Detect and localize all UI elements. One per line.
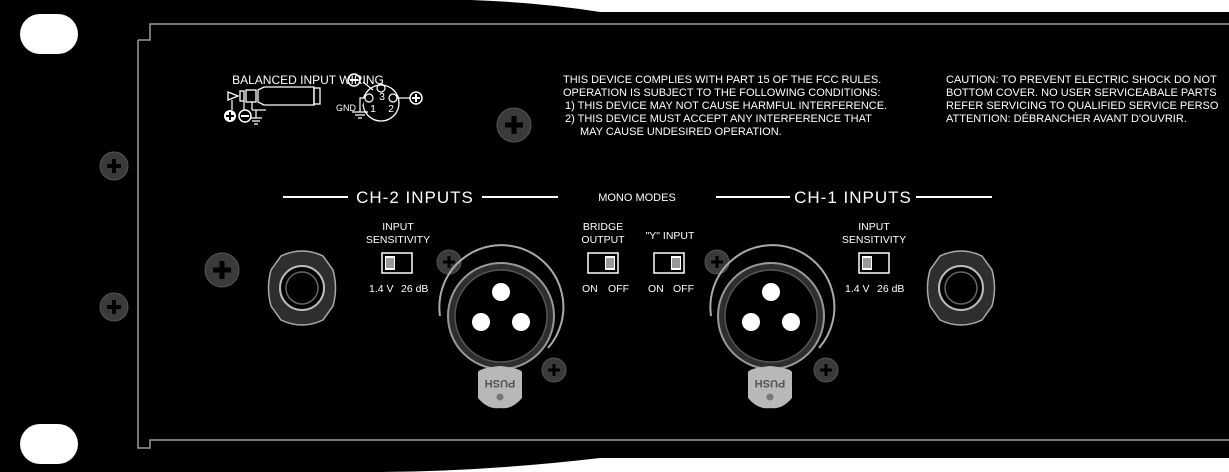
ch1-xlr-push-label: PUSH	[755, 377, 786, 389]
bridge-output-on: ON	[582, 283, 598, 295]
bridge-output-label-1: BRIDGE	[583, 221, 623, 233]
plus-icon	[224, 110, 236, 122]
screw-icon	[704, 249, 730, 275]
ch2-sensitivity-label-1: INPUT	[382, 221, 414, 233]
caution-line-3: REFER SERVICING TO QUALIFIED SERVICE PER…	[946, 100, 1219, 112]
fcc-line-1: THIS DEVICE COMPLIES WITH PART 15 OF THE…	[563, 74, 881, 86]
bridge-output-off: OFF	[608, 283, 629, 295]
y-input-off: OFF	[673, 283, 694, 295]
screw-icon	[436, 249, 462, 275]
y-input-on: ON	[648, 283, 664, 295]
screw-icon	[204, 252, 240, 288]
ch1-quarter-inch-jack[interactable]	[926, 250, 996, 326]
bridge-output-switch[interactable]	[587, 252, 619, 274]
screw-icon	[99, 151, 129, 181]
xlr-pin-3: 3	[379, 91, 385, 103]
xlr-pin-1: 1	[370, 103, 376, 115]
ch2-inputs-heading: CH-2 INPUTS	[356, 188, 474, 207]
balanced-input-wiring-title: BALANCED INPUT WIRING	[232, 73, 384, 87]
rack-slot-bottom	[20, 424, 78, 464]
screw-icon	[496, 107, 532, 143]
y-input-switch[interactable]	[653, 252, 685, 274]
bridge-output-label-2: OUTPUT	[581, 234, 625, 246]
amplifier-rear-panel: BALANCED INPUT WIRING 3 1 2 GND THIS DEV…	[0, 0, 1229, 472]
ch2-sensitivity-switch[interactable]	[381, 252, 413, 274]
ch2-sensitivity-label-2: SENSITIVITY	[366, 234, 430, 246]
mono-modes-heading: MONO MODES	[598, 192, 676, 204]
y-input-label: "Y" INPUT	[646, 230, 695, 242]
fcc-line-2: OPERATION IS SUBJECT TO THE FOLLOWING CO…	[563, 87, 880, 99]
screw-icon	[813, 357, 839, 383]
screw-icon	[99, 292, 129, 322]
caution-line-4: ATTENTION: DÉBRANCHER AVANT D'OUVRIR.	[946, 112, 1187, 125]
fcc-line-5: MAY CAUSE UNDESIRED OPERATION.	[580, 126, 782, 138]
ch1-sensitivity-switch[interactable]	[858, 252, 890, 274]
fcc-line-3: 1) THIS DEVICE MAY NOT CAUSE HARMFUL INT…	[565, 100, 887, 112]
ch2-sensitivity-right: 26 dB	[401, 283, 428, 295]
ch1-sensitivity-label-2: SENSITIVITY	[842, 234, 906, 246]
xlr-pin-2: 2	[388, 103, 394, 115]
caution-line-2: BOTTOM COVER. NO USER SERVICEABALE PARTS	[946, 87, 1217, 99]
ch1-sensitivity-left: 1.4 V	[845, 283, 870, 295]
gnd-label: GND	[336, 103, 357, 113]
ch1-sensitivity-label-1: INPUT	[858, 221, 890, 233]
screw-icon	[541, 357, 567, 383]
ch2-xlr-push-label: PUSH	[485, 377, 516, 389]
ch2-sensitivity-left: 1.4 V	[369, 283, 394, 295]
ch1-inputs-heading: CH-1 INPUTS	[794, 188, 912, 207]
fcc-line-4: 2) THIS DEVICE MUST ACCEPT ANY INTERFERE…	[565, 113, 872, 125]
rack-slot-top	[20, 14, 78, 54]
ch1-sensitivity-right: 26 dB	[877, 283, 904, 295]
ch2-quarter-inch-jack[interactable]	[267, 250, 337, 326]
caution-line-1: CAUTION: TO PREVENT ELECTRIC SHOCK DO NO…	[946, 74, 1217, 86]
